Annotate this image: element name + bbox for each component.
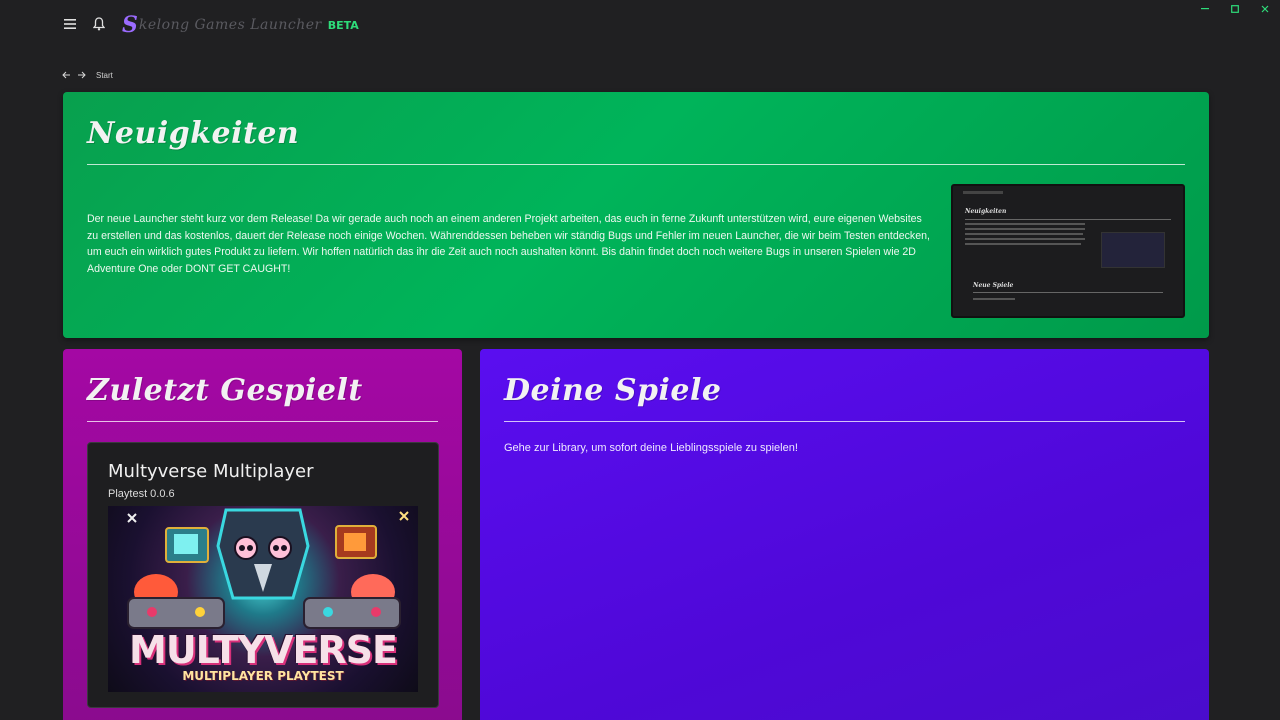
maximize-icon[interactable]: [1228, 2, 1242, 16]
menu-icon[interactable]: [60, 14, 80, 34]
scrollbar[interactable]: [1268, 0, 1280, 720]
games-title: Deine Spiele: [504, 373, 722, 408]
logo-initial: S: [122, 12, 138, 38]
game-title: Multyverse Multiplayer: [108, 461, 314, 482]
preview-title-2: Neue Spiele: [973, 282, 1014, 289]
games-divider: [504, 421, 1185, 422]
beta-badge: BETA: [327, 18, 359, 32]
preview-text-line: [973, 298, 1015, 300]
back-arrow-icon[interactable]: [62, 69, 73, 81]
preview-text-line: [965, 233, 1083, 235]
news-text: Der neue Launcher steht kurz vor dem Rel…: [87, 213, 930, 276]
game-version: Playtest 0.0.6: [108, 488, 175, 500]
recent-title: Zuletzt Gespielt: [87, 373, 363, 408]
game-art-subtitle: MULTIPLAYER PLAYTEST: [182, 669, 344, 683]
game-art-title: MULTYVERSE: [129, 628, 398, 672]
preview-divider-2: [973, 292, 1163, 293]
preview-title: Neuigkeiten: [965, 208, 1007, 215]
logo-name: kelong Games Launcher: [138, 17, 322, 33]
news-preview-image[interactable]: Neuigkeiten Neue Spiele: [951, 184, 1185, 318]
minimize-icon[interactable]: [1198, 2, 1212, 16]
news-card: Neuigkeiten Der neue Launcher steht kurz…: [63, 92, 1209, 338]
news-title: Neuigkeiten: [87, 116, 300, 151]
preview-thumbnail: [1101, 232, 1165, 268]
game-card[interactable]: Multyverse Multiplayer Playtest 0.0.6 MU…: [87, 442, 439, 708]
forward-arrow-icon[interactable]: [77, 69, 88, 81]
recent-divider: [87, 421, 438, 422]
title-bar: S kelong Games Launcher BETA: [0, 0, 1280, 48]
games-text: Gehe zur Library, um sofort deine Liebli…: [504, 442, 798, 454]
recently-played-card: Zuletzt Gespielt Multyverse Multiplayer …: [63, 349, 462, 720]
game-cover-image[interactable]: MULTYVERSE MULTIPLAYER PLAYTEST: [108, 506, 418, 692]
preview-divider: [965, 219, 1171, 220]
preview-toolbar: [963, 191, 1003, 194]
app-logo: S kelong Games Launcher BETA: [122, 12, 359, 38]
your-games-card: Deine Spiele Gehe zur Library, um sofort…: [480, 349, 1209, 720]
breadcrumb-current[interactable]: Start: [96, 71, 113, 80]
breadcrumb: Start: [62, 68, 113, 82]
preview-text-line: [965, 243, 1081, 245]
preview-text-line: [965, 223, 1085, 225]
preview-text-line: [965, 228, 1085, 230]
bell-icon[interactable]: [89, 14, 109, 34]
preview-text-line: [965, 238, 1085, 240]
news-divider: [87, 164, 1185, 165]
